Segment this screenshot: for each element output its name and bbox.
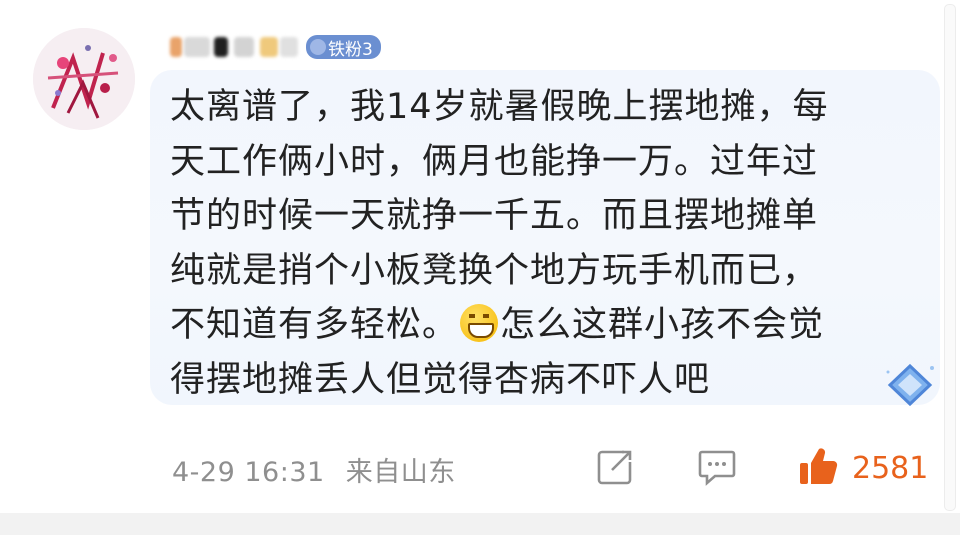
comment-line: 太离谱了，我14岁就暑假晚上摆地摊，每 xyxy=(170,87,829,127)
avatar-image xyxy=(33,28,135,130)
comment-segment: 怎么这群小孩不会觉 xyxy=(500,305,825,345)
timestamp: 4-29 16:31 xyxy=(172,457,325,488)
diamond-decoration-icon xyxy=(886,363,934,407)
comment-line: 纯就是捎个小板凳换个地方玩手机而已， xyxy=(170,250,819,291)
comment-line: 节的时候一天就挣一千五。而且摆地摊单 xyxy=(170,196,819,236)
username-row[interactable]: 铁粉3 xyxy=(170,32,381,62)
fan-badge-icon xyxy=(310,39,326,55)
like-count: 2581 xyxy=(852,451,929,486)
bottom-divider xyxy=(0,513,960,535)
like-icon[interactable] xyxy=(797,446,839,488)
comment-line: 天工作俩小时，俩月也能挣一万。过年过 xyxy=(170,141,819,182)
comment-line: 不知道有多轻松。 怎么这群小孩不会觉 xyxy=(170,298,910,353)
location: 来自山东 xyxy=(345,457,456,488)
comment-meta: 4-29 16:31 来自山东 xyxy=(172,450,456,489)
grin-emoji-icon xyxy=(460,304,499,342)
fan-badge-label: 铁粉3 xyxy=(328,39,373,60)
fan-level-badge: 铁粉3 xyxy=(306,35,381,60)
avatar[interactable] xyxy=(33,28,135,130)
scrollbar[interactable] xyxy=(944,4,956,511)
share-icon[interactable] xyxy=(596,448,634,486)
comment-segment: 不知道有多轻松。 xyxy=(170,305,459,345)
comment-line: 得摆地摊丢人但觉得杏病不吓人吧 xyxy=(170,359,711,400)
comment-text: 太离谱了，我14岁就暑假晚上摆地摊，每 天工作俩小时，俩月也能挣一万。过年过 节… xyxy=(170,80,910,407)
comment-icon[interactable] xyxy=(697,448,737,488)
username-blurred[interactable] xyxy=(170,35,300,59)
